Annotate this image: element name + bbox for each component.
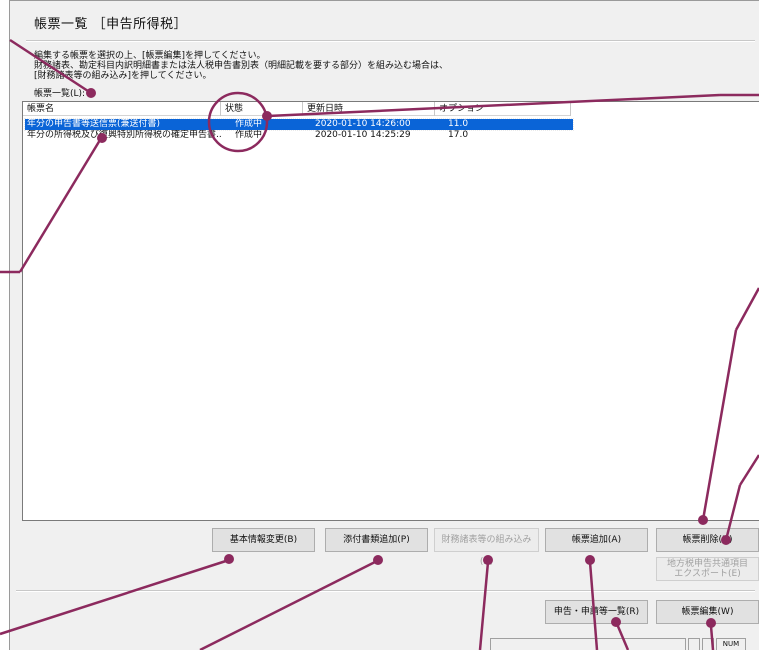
callout-dot	[262, 111, 272, 121]
callout-line	[199, 559, 378, 650]
callout-line	[615, 623, 630, 650]
callout-line	[724, 484, 742, 541]
callout-dot	[224, 554, 234, 564]
callout-line	[18, 139, 102, 273]
callout-dot	[611, 617, 621, 627]
callout-dot	[585, 555, 595, 565]
callout-line	[0, 558, 230, 636]
callout-line	[478, 561, 490, 650]
callout-dot	[721, 535, 731, 545]
callout-line	[734, 287, 759, 331]
callout-dot	[373, 555, 383, 565]
callout-line	[9, 38, 92, 95]
callout-line	[588, 561, 599, 650]
callout-dot	[483, 555, 493, 565]
callout-dot	[97, 133, 107, 143]
callout-dot	[86, 88, 96, 98]
callout-line	[267, 93, 721, 118]
annotation-overlay	[0, 38, 759, 650]
callout-line	[709, 625, 715, 650]
callout-line	[701, 329, 738, 521]
status-highlight-circle	[207, 91, 269, 153]
callout-dot	[706, 618, 716, 628]
callout-line	[738, 454, 759, 486]
callout-dot	[698, 515, 708, 525]
